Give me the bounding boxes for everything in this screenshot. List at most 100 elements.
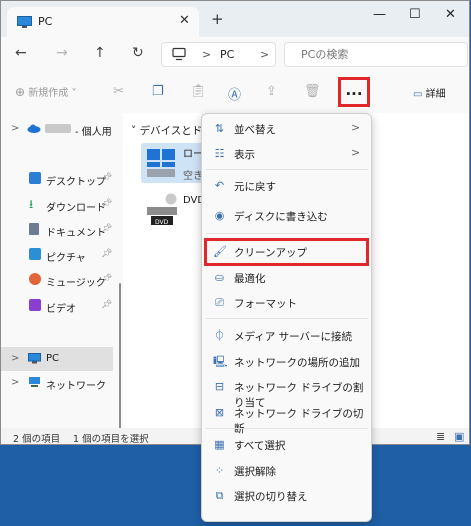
copy-icon[interactable]: ❐ bbox=[152, 84, 164, 99]
selection-count: 1 個の項目を選択 bbox=[73, 434, 149, 445]
pin-icon: 📌︎ bbox=[101, 224, 113, 234]
sidebar-item-videos[interactable]: ビデオ 📌︎ bbox=[1, 296, 113, 318]
command-bar: ⊕ 新規作成 ˅ ✂ ❐ 📋︎ Ⓐ ⇪ 🗑︎ ... ▭ 詳細 bbox=[1, 73, 469, 114]
sidebar-item-downloads[interactable]: ⭳ ダウンロード 📌︎ bbox=[1, 195, 113, 217]
close-tab-icon[interactable]: ✕ bbox=[179, 13, 190, 28]
new-button-label: 新規作成 bbox=[28, 88, 69, 99]
pin-icon: 📌︎ bbox=[101, 300, 113, 310]
search-box[interactable] bbox=[284, 42, 468, 67]
music-icon bbox=[29, 273, 41, 285]
menu-item-map-network-drive[interactable]: ⊟ ネットワーク ドライブの割り当て bbox=[202, 375, 371, 409]
chevron-right-icon[interactable]: > bbox=[11, 377, 19, 388]
monitor-icon bbox=[172, 47, 186, 61]
navigation-pane: > - 個人用 デスクトップ 📌︎ ⭳ ダウンロード 📌︎ ドキュメント 📌︎ … bbox=[1, 113, 123, 444]
search-input[interactable] bbox=[299, 47, 463, 62]
new-tab-button[interactable]: + bbox=[211, 10, 224, 28]
paste-icon[interactable]: 📋︎ bbox=[190, 84, 207, 99]
menu-divider bbox=[206, 428, 368, 429]
share-icon[interactable]: ⇪ bbox=[266, 84, 277, 99]
menu-item-label: ディスクに書き込む bbox=[234, 211, 328, 223]
pin-icon: 📌︎ bbox=[101, 199, 113, 209]
sidebar-item-label: ドキュメント bbox=[46, 228, 106, 239]
maximize-button[interactable]: ☐ bbox=[409, 7, 421, 22]
close-window-button[interactable]: ✕ bbox=[445, 7, 456, 22]
title-bar: PC ✕ + — ☐ ✕ bbox=[1, 1, 469, 37]
onedrive-label: - 個人用 bbox=[75, 127, 112, 138]
chevron-right-icon: > bbox=[351, 121, 361, 134]
menu-item-format[interactable]: ⎚ フォーマット bbox=[202, 291, 371, 315]
sidebar-item-label: ピクチャ bbox=[46, 253, 86, 264]
details-label: 詳細 bbox=[425, 89, 446, 100]
menu-item-select-none[interactable]: ⁘ 選択解除 bbox=[202, 459, 371, 483]
menu-divider bbox=[206, 318, 368, 319]
cleanup-brush-icon: 🖌︎ bbox=[213, 245, 227, 258]
menu-item-label: ネットワークの場所の追加 bbox=[234, 357, 360, 369]
menu-item-undo[interactable]: ↶ 元に戻す bbox=[202, 174, 371, 198]
sort-icon: ⇅ bbox=[214, 122, 225, 135]
menu-item-label: ネットワーク ドライブの切断 bbox=[234, 408, 364, 435]
new-button[interactable]: ⊕ 新規作成 ˅ bbox=[15, 84, 76, 99]
back-button[interactable]: ← bbox=[15, 45, 27, 61]
cut-icon[interactable]: ✂ bbox=[113, 84, 124, 99]
menu-item-optimize[interactable]: ⛀ 最適化 bbox=[202, 266, 371, 290]
sidebar-item-label: PC bbox=[46, 353, 60, 364]
menu-item-disconnect-network-drive[interactable]: ⊠ ネットワーク ドライブの切断 bbox=[202, 401, 371, 435]
address-bar[interactable]: > PC > bbox=[161, 42, 276, 67]
network-location-icon: 🖳︎ bbox=[213, 355, 228, 368]
windows-drive-icon bbox=[147, 149, 175, 177]
refresh-button[interactable]: ↻ bbox=[132, 45, 144, 61]
up-button[interactable]: ↑ bbox=[94, 45, 106, 61]
forward-button[interactable]: → bbox=[56, 45, 68, 61]
see-more-menu: ⇅ 並べ替え > ☷ 表示 > ↶ 元に戻す ◉ ディスクに書き込む 🖌︎ クリ… bbox=[201, 113, 372, 522]
sidebar-item-label: ダウンロード bbox=[46, 203, 106, 214]
menu-item-burn-disc[interactable]: ◉ ディスクに書き込む bbox=[202, 204, 371, 228]
rename-icon[interactable]: Ⓐ bbox=[228, 84, 241, 103]
delete-icon[interactable]: 🗑︎ bbox=[304, 84, 321, 99]
dvd-badge: DVD bbox=[155, 219, 169, 226]
sidebar-item-desktop[interactable]: デスクトップ 📌︎ bbox=[1, 169, 113, 191]
details-view-icon[interactable]: ≣ bbox=[436, 430, 445, 443]
sidebar-item-onedrive[interactable]: > - 個人用 bbox=[1, 119, 113, 141]
menu-item-invert-selection[interactable]: ⧉ 選択の切り替え bbox=[202, 484, 371, 508]
sidebar-item-network[interactable]: > ネットワーク bbox=[1, 373, 113, 395]
chevron-right-icon[interactable]: > bbox=[11, 353, 19, 364]
chevron-right-icon[interactable]: > bbox=[260, 48, 269, 61]
nav-scrollbar[interactable] bbox=[119, 283, 121, 444]
breadcrumb-pc[interactable]: PC bbox=[220, 48, 234, 61]
menu-item-media-server[interactable]: ⏀ メディア サーバーに接続 bbox=[202, 324, 371, 348]
menu-item-cleanup[interactable]: 🖌︎ クリーンアップ bbox=[202, 240, 371, 264]
menu-item-label: すべて選択 bbox=[234, 440, 286, 452]
see-more-button[interactable]: ... bbox=[338, 77, 370, 107]
select-all-icon: ▦ bbox=[214, 438, 225, 451]
dvd-drive-item[interactable]: DVD DVD bbox=[141, 193, 205, 231]
minimize-button[interactable]: — bbox=[373, 7, 386, 22]
sidebar-item-music[interactable]: ミュージック 📌︎ bbox=[1, 270, 113, 292]
sidebar-item-pc[interactable]: > PC bbox=[1, 347, 113, 371]
sidebar-item-documents[interactable]: ドキュメント 📌︎ bbox=[1, 220, 113, 242]
format-icon: ⎚ bbox=[215, 296, 224, 309]
video-icon bbox=[29, 299, 41, 311]
chevron-right-icon[interactable]: > bbox=[11, 123, 19, 134]
menu-item-view[interactable]: ☷ 表示 > bbox=[202, 142, 371, 166]
sidebar-item-pictures[interactable]: ピクチャ 📌︎ bbox=[1, 245, 113, 267]
navigation-bar: ← → ↑ ↻ > PC > bbox=[1, 37, 469, 73]
document-icon bbox=[29, 223, 39, 235]
download-icon: ⭳ bbox=[29, 197, 34, 211]
tab-pc[interactable]: PC ✕ bbox=[7, 7, 199, 37]
plus-circle-icon: ⊕ bbox=[15, 85, 26, 99]
media-server-icon: ⏀ bbox=[214, 329, 225, 342]
chevron-right-icon[interactable]: > bbox=[202, 48, 211, 61]
menu-item-select-all[interactable]: ▦ すべて選択 bbox=[202, 433, 371, 457]
details-button[interactable]: ▭ 詳細 bbox=[413, 85, 446, 100]
menu-item-label: 最適化 bbox=[234, 273, 266, 285]
tiles-view-icon[interactable]: ▣ bbox=[454, 430, 464, 443]
pin-icon: 📌︎ bbox=[101, 173, 113, 183]
menu-item-sort[interactable]: ⇅ 並べ替え > bbox=[202, 117, 371, 141]
desktop-icon bbox=[29, 172, 41, 184]
menu-divider bbox=[206, 169, 368, 170]
menu-item-label: 選択解除 bbox=[234, 466, 276, 478]
view-icon: ☷ bbox=[214, 147, 225, 160]
local-disk-item[interactable]: ロー 空き bbox=[141, 143, 203, 183]
menu-item-add-network-location[interactable]: 🖳︎ ネットワークの場所の追加 bbox=[202, 350, 371, 374]
optimize-icon: ⛀ bbox=[214, 271, 225, 284]
